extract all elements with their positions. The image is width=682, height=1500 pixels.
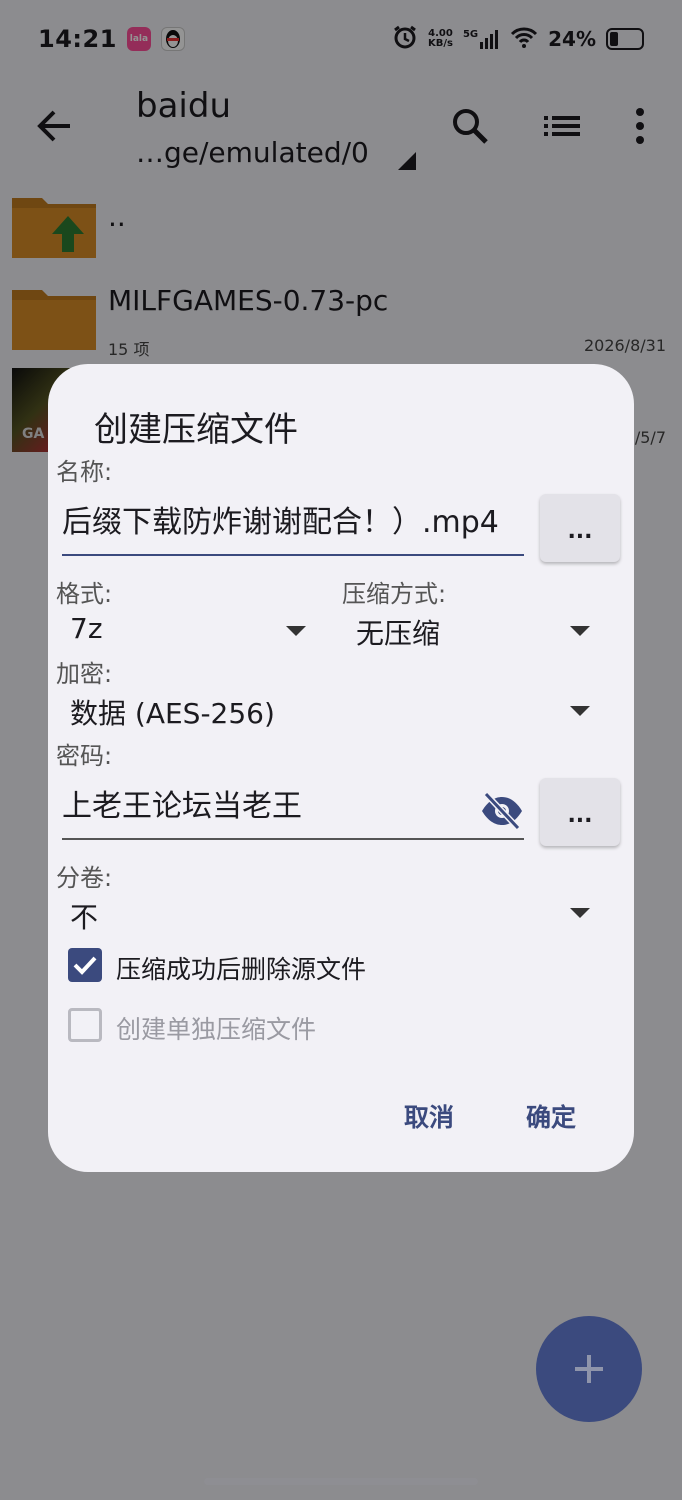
password-more-button[interactable]: ...	[540, 778, 620, 846]
name-more-button[interactable]: ...	[540, 494, 620, 562]
dialog-title: 创建压缩文件	[94, 410, 298, 450]
name-label: 名称:	[56, 458, 113, 486]
format-select[interactable]: 7z	[70, 612, 103, 645]
password-input[interactable]: 上老王论坛当老王	[62, 782, 524, 840]
create-archive-dialog: 创建压缩文件 名称: 后缀下载防炸谢谢配合！）.mp4 ... 格式: 7z 压…	[48, 364, 634, 1172]
home-indicator[interactable]	[204, 1478, 478, 1485]
encrypt-select[interactable]: 数据 (AES-256)	[70, 692, 275, 732]
method-select[interactable]: 无压缩	[356, 612, 440, 652]
archive-name-input[interactable]: 后缀下载防炸谢谢配合！）.mp4	[62, 498, 524, 556]
split-label: 分卷:	[56, 864, 113, 892]
add-fab-button[interactable]	[536, 1316, 642, 1422]
format-label: 格式:	[56, 580, 113, 608]
delete-source-label[interactable]: 压缩成功后删除源文件	[116, 950, 366, 986]
method-dropdown-icon[interactable]	[570, 626, 590, 636]
format-dropdown-icon[interactable]	[286, 626, 306, 636]
split-dropdown-icon[interactable]	[570, 908, 590, 918]
delete-source-checkbox[interactable]	[68, 948, 102, 982]
cancel-button[interactable]: 取消	[404, 1098, 454, 1134]
encrypt-label: 加密:	[56, 660, 113, 688]
split-select[interactable]: 不	[70, 896, 98, 936]
method-label: 压缩方式:	[342, 580, 447, 608]
encrypt-dropdown-icon[interactable]	[570, 706, 590, 716]
plus-icon	[575, 1355, 603, 1383]
separate-archive-label[interactable]: 创建单独压缩文件	[116, 1010, 316, 1046]
visibility-off-icon[interactable]	[480, 791, 524, 834]
separate-archive-checkbox[interactable]	[68, 1008, 102, 1042]
ok-button[interactable]: 确定	[526, 1098, 576, 1134]
password-label: 密码:	[56, 742, 113, 770]
